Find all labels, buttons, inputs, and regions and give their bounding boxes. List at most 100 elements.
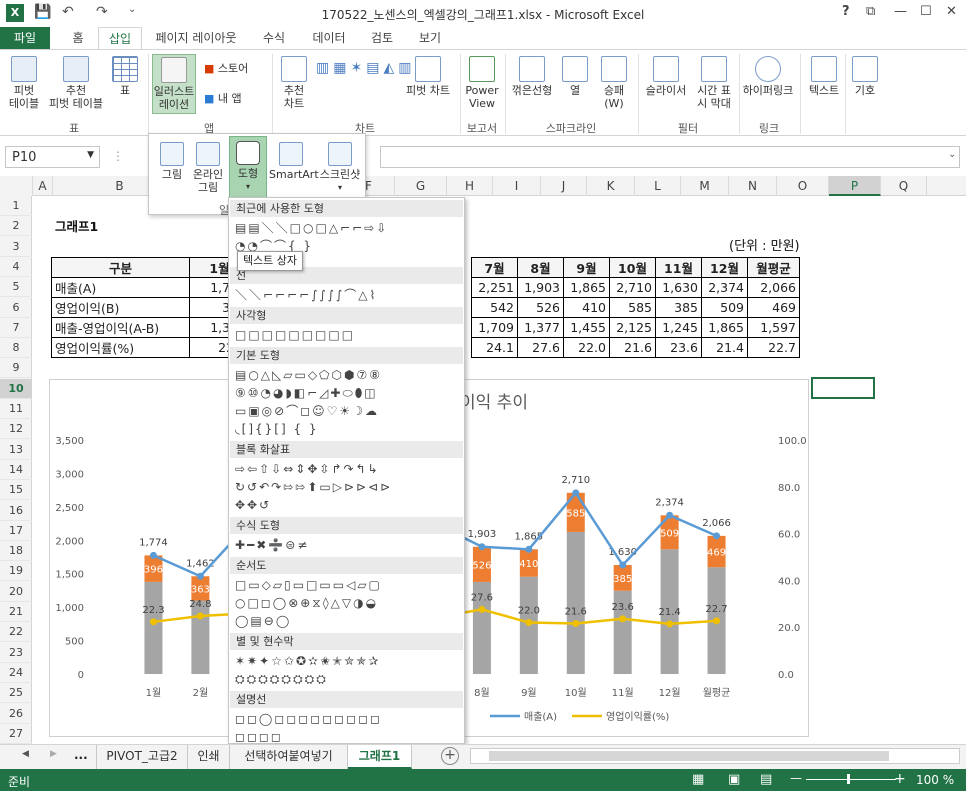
tab-data[interactable]: 데이터 bbox=[304, 27, 354, 50]
ribbon-display-button[interactable]: ⧉ bbox=[866, 4, 875, 19]
row-header-23[interactable]: 23 bbox=[0, 643, 32, 663]
row-header-17[interactable]: 17 bbox=[0, 521, 32, 541]
prev-sheet-icon[interactable]: ◀ bbox=[22, 749, 29, 759]
screenshot-button[interactable]: 스크린샷 ▾ bbox=[317, 142, 363, 194]
tab-insert[interactable]: 삽입 bbox=[98, 27, 142, 50]
close-button[interactable]: ✕ bbox=[946, 4, 957, 19]
column-header-m[interactable]: M bbox=[681, 176, 729, 196]
tab-review[interactable]: 검토 bbox=[362, 27, 402, 50]
next-sheet-icon[interactable]: ▶ bbox=[50, 749, 57, 759]
shape-row[interactable]: ⇨⇦⇧⇩⇔⇕✥⇳↱↷↰↳ bbox=[235, 460, 461, 478]
column-header-q[interactable]: Q bbox=[881, 176, 927, 196]
sparkline-winloss-button[interactable]: 승패 (W) bbox=[596, 56, 632, 110]
shape-row[interactable]: ⛭⛭⛭⛭⛭⛭⛭⛭ bbox=[235, 670, 461, 688]
tab-file[interactable]: 파일 bbox=[0, 27, 50, 50]
row-header-12[interactable]: 12 bbox=[0, 419, 32, 440]
row-header-8[interactable]: 8 bbox=[0, 338, 32, 359]
name-box[interactable]: P10 ▼ bbox=[5, 146, 100, 168]
row-header-26[interactable]: 26 bbox=[0, 704, 32, 724]
recommended-pivot-button[interactable]: 추천 피벗 테이블 bbox=[46, 56, 106, 110]
shape-row[interactable]: ◻◻◯◻◻◻◻◻◻◻◻◻ bbox=[235, 710, 461, 728]
shape-row[interactable]: ○□◻◯⊗⊕⧖◊△▽◑◒ bbox=[235, 594, 461, 612]
zoom-level[interactable]: 100 % bbox=[916, 773, 954, 787]
star-chart-icon[interactable]: ✶ bbox=[350, 60, 366, 76]
shape-row[interactable]: □▭◇▱▯▭□▭▭◁▱▢ bbox=[235, 576, 461, 594]
slicer-button[interactable]: 슬라이서 bbox=[641, 56, 691, 97]
row-header-1[interactable]: 1 bbox=[0, 196, 32, 216]
shape-row[interactable]: ▭▣◎⊘⌒◻☺♡☀☽☁ bbox=[235, 402, 461, 420]
row-header-20[interactable]: 20 bbox=[0, 582, 32, 602]
picture-button[interactable]: 그림 bbox=[157, 142, 187, 181]
column-header-j[interactable]: J bbox=[541, 176, 587, 196]
normal-view-icon[interactable]: ▦ bbox=[692, 772, 704, 787]
row-header-15[interactable]: 15 bbox=[0, 480, 32, 501]
row-header-3[interactable]: 3 bbox=[0, 237, 32, 257]
expand-formula-icon[interactable]: ⌄ bbox=[948, 149, 956, 160]
row-header-10[interactable]: 10 bbox=[0, 378, 32, 399]
row-header-11[interactable]: 11 bbox=[0, 399, 32, 419]
sheet-tab-active[interactable]: 그래프1 bbox=[348, 745, 412, 769]
row-header-2[interactable]: 2 bbox=[0, 216, 32, 237]
worksheet[interactable]: 그래프1 (단위 : 만원) 구분1월 매출(A)1,774 영업이익(B)39… bbox=[33, 196, 966, 744]
row-header-27[interactable]: 27 bbox=[0, 724, 32, 744]
column-header-i[interactable]: I bbox=[493, 176, 541, 196]
column-header-k[interactable]: K bbox=[587, 176, 635, 196]
pivot-chart-button[interactable]: 피벗 차트 bbox=[402, 56, 454, 97]
sheet-tab[interactable]: 인쇄 bbox=[188, 745, 230, 769]
more-sheets-button[interactable]: ... bbox=[74, 748, 88, 762]
column-header-a[interactable]: A bbox=[33, 176, 53, 196]
hierarchy-chart-icon[interactable]: ▦ bbox=[333, 60, 350, 76]
sparkline-line-button[interactable]: 꺾은선형 bbox=[508, 56, 556, 97]
sheet-tab[interactable]: 선택하여붙여넣기 bbox=[230, 745, 348, 769]
minimize-button[interactable]: — bbox=[894, 4, 907, 19]
row-header-18[interactable]: 18 bbox=[0, 541, 32, 562]
chart-types-gallery[interactable]: ▥▦✶▤◭▥◔⁘ bbox=[316, 56, 443, 80]
shape-row[interactable]: ✶✷✦☆✩✪✫✬✭✮✯✰ bbox=[235, 652, 461, 670]
column-header-h[interactable]: H bbox=[447, 176, 493, 196]
shape-row[interactable]: ↻↺↶↷⇰⇰⬆▭▷⊳⊳⊲⊳ bbox=[235, 478, 461, 496]
horizontal-scrollbar[interactable] bbox=[470, 748, 960, 764]
row-header-4[interactable]: 4 bbox=[0, 257, 32, 277]
column-header-n[interactable]: N bbox=[729, 176, 777, 196]
add-sheet-icon[interactable]: + bbox=[441, 747, 459, 765]
column-header-l[interactable]: L bbox=[635, 176, 681, 196]
timeline-button[interactable]: 시간 표 시 막대 bbox=[690, 56, 738, 110]
area-chart-icon[interactable]: ◭ bbox=[383, 60, 398, 76]
help-button[interactable]: ? bbox=[842, 4, 850, 19]
sparkline-column-button[interactable]: 열 bbox=[560, 56, 590, 97]
row-header-5[interactable]: 5 bbox=[0, 277, 32, 298]
table-button[interactable]: 표 bbox=[110, 56, 140, 97]
row-header-6[interactable]: 6 bbox=[0, 298, 32, 318]
column-chart-icon[interactable]: ▥ bbox=[316, 60, 333, 76]
pivot-table-button[interactable]: 피벗 테이블 bbox=[4, 56, 44, 110]
row-header-24[interactable]: 24 bbox=[0, 663, 32, 683]
shape-row[interactable]: ✥✥↺ bbox=[235, 496, 461, 514]
maximize-button[interactable]: ☐ bbox=[920, 4, 932, 19]
selected-cell-p10[interactable] bbox=[811, 377, 875, 399]
row-header-21[interactable]: 21 bbox=[0, 602, 32, 622]
row-header-19[interactable]: 19 bbox=[0, 561, 32, 582]
symbols-button[interactable]: 기호 bbox=[848, 56, 882, 97]
row-header-7[interactable]: 7 bbox=[0, 318, 32, 338]
zoom-slider[interactable] bbox=[806, 774, 896, 784]
column-header-o[interactable]: O bbox=[777, 176, 829, 196]
shape-row[interactable]: ▤○△◺▱▭◇⬠⬡⬢⑦⑧ bbox=[235, 366, 461, 384]
zoom-slider-thumb[interactable] bbox=[847, 774, 850, 784]
recommended-charts-button[interactable]: 추천 차트 bbox=[276, 56, 312, 110]
column-header-p[interactable]: P bbox=[829, 176, 881, 196]
page-break-view-icon[interactable]: ▤ bbox=[760, 772, 772, 787]
zoom-out-button[interactable]: — bbox=[790, 771, 802, 785]
text-button[interactable]: 텍스트 bbox=[804, 56, 844, 97]
row-header-22[interactable]: 22 bbox=[0, 622, 32, 643]
shape-row[interactable]: ＼＼⌐⌐⌐⌐∫∫∫∫⌒△⌇ bbox=[235, 286, 461, 304]
shape-row[interactable]: ◯▤⊖◯ bbox=[235, 612, 461, 630]
select-all-corner[interactable] bbox=[0, 176, 33, 196]
online-pictures-button[interactable]: 온라인 그림 bbox=[191, 142, 225, 194]
page-layout-view-icon[interactable]: ▣ bbox=[728, 772, 740, 787]
illustrations-button[interactable]: 일러스트 레이션 bbox=[152, 54, 196, 114]
shape-row[interactable]: ▤▤＼＼□○□△⌐⌐⇨⇩ bbox=[235, 219, 461, 237]
shapes-button[interactable]: 도형 ▾ bbox=[229, 136, 267, 198]
row-header-25[interactable]: 25 bbox=[0, 683, 32, 704]
column-header-g[interactable]: G bbox=[395, 176, 447, 196]
bar-chart-icon[interactable]: ▤ bbox=[366, 60, 383, 76]
